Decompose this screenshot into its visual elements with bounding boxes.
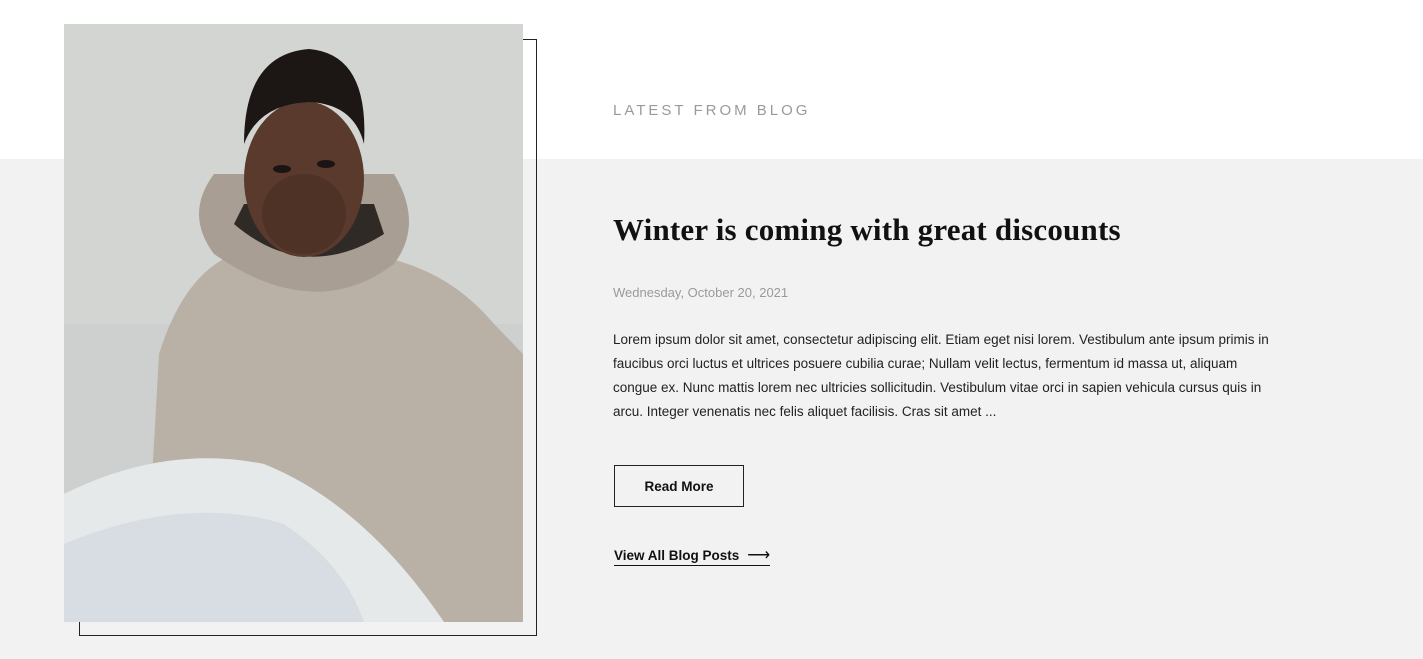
- post-excerpt: Lorem ipsum dolor sit amet, consectetur …: [613, 332, 1269, 419]
- section-kicker: LATEST FROM BLOG: [613, 102, 811, 119]
- man-in-hoodie-photo: [64, 24, 523, 622]
- read-more-button[interactable]: Read More: [614, 465, 744, 507]
- post-date: Wednesday, October 20, 2021: [613, 285, 789, 300]
- post-title[interactable]: Winter is coming with great discounts: [613, 212, 1121, 248]
- view-all-label: View All Blog Posts: [614, 548, 740, 563]
- blog-post-image[interactable]: [64, 24, 523, 622]
- view-all-blog-posts-link[interactable]: View All Blog Posts ⟶: [614, 546, 771, 566]
- arrow-right-icon: ⟶: [747, 546, 771, 564]
